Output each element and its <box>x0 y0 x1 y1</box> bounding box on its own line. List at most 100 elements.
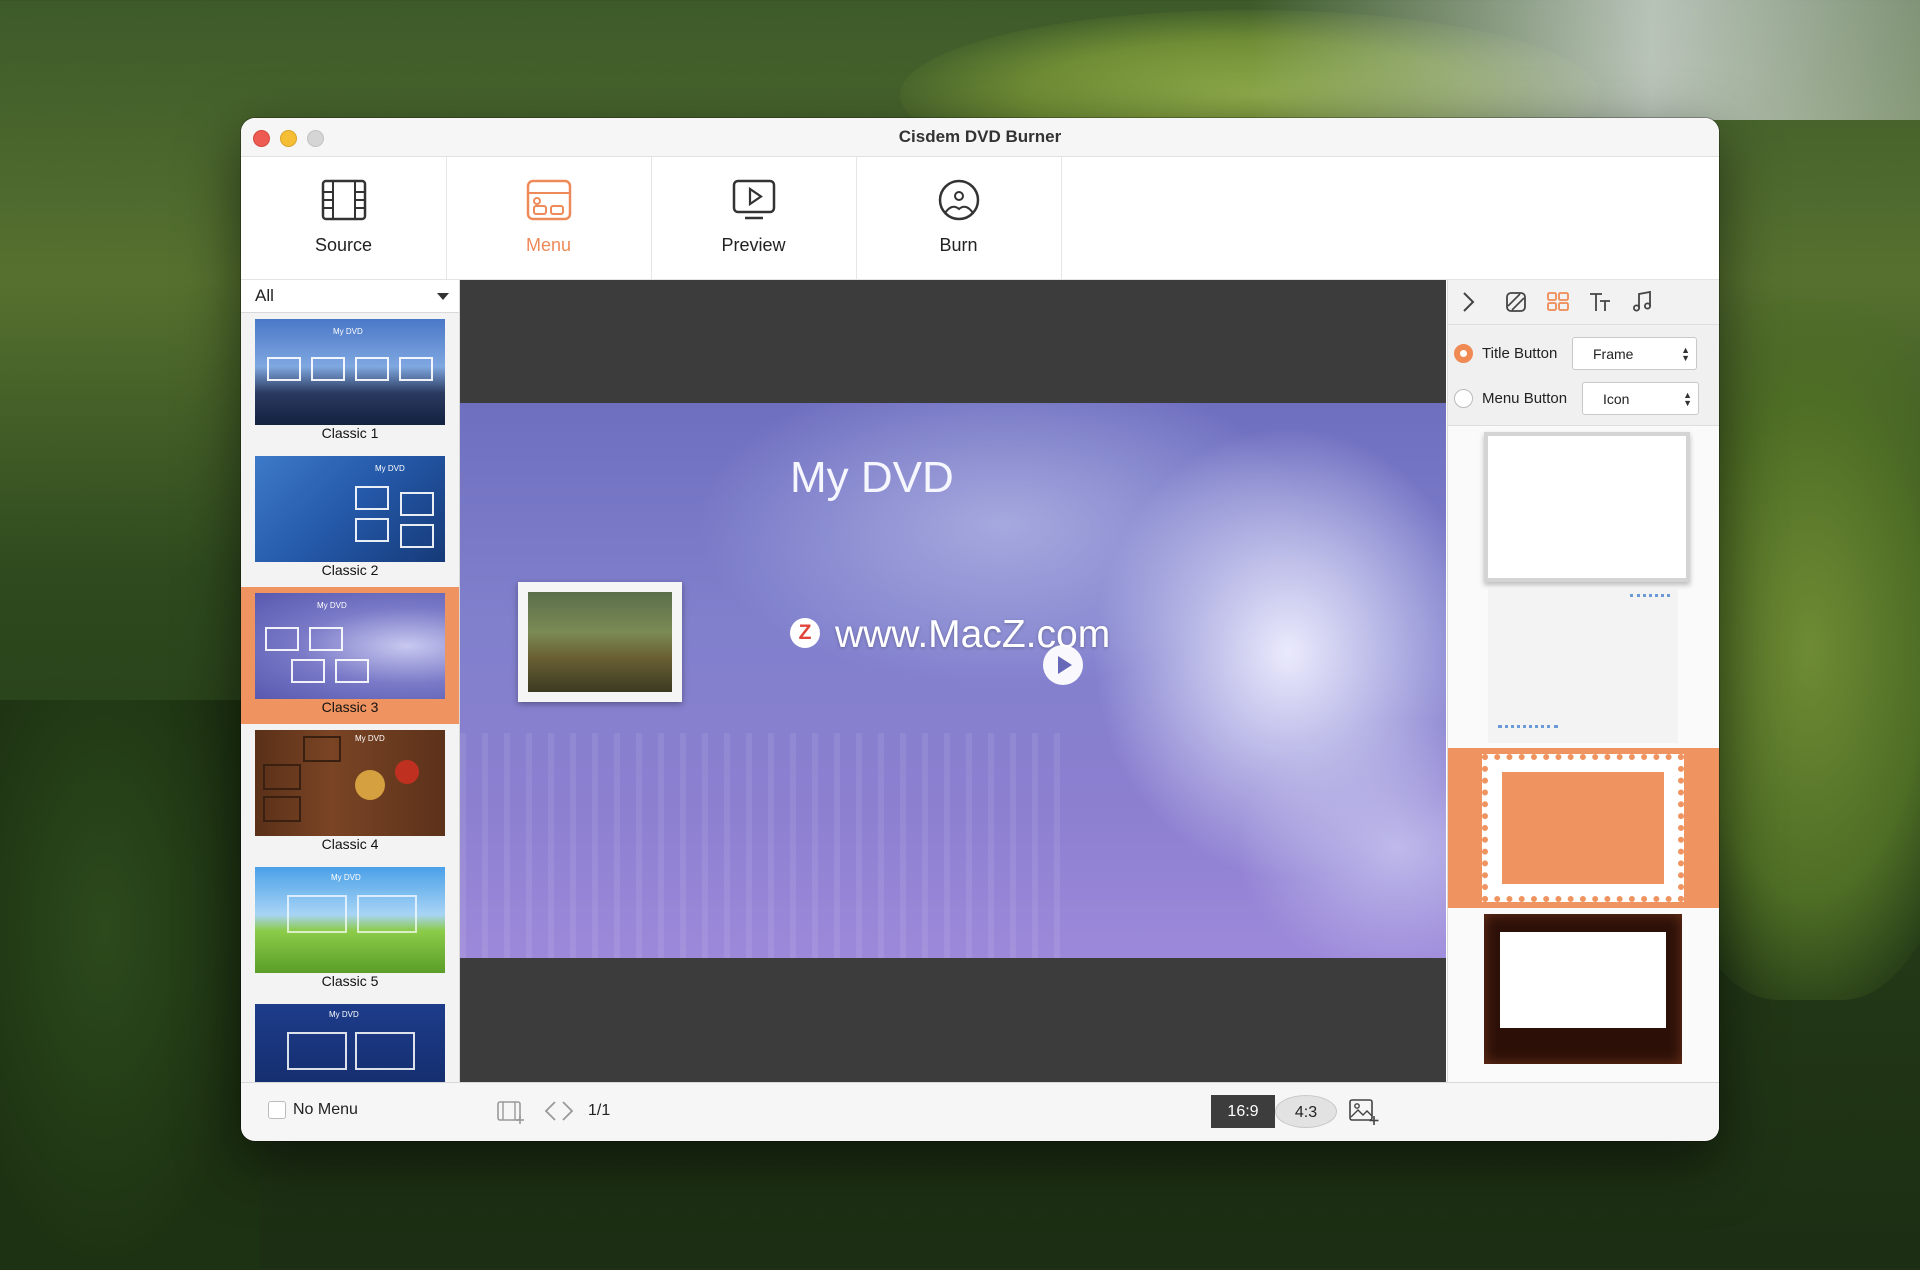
template-thumbnail: My DVD <box>255 593 445 699</box>
aspect-4-3-button[interactable]: 4:3 <box>1275 1095 1337 1128</box>
thumb-frame <box>291 659 325 683</box>
chevron-down-icon <box>437 293 449 300</box>
template-list: All My DVD Classic 1 My DVD Classic 2 My… <box>241 280 460 1082</box>
thumb-frame <box>263 764 301 790</box>
menu-canvas[interactable]: My DVD Z www.MacZ.com <box>460 403 1446 958</box>
template-item[interactable]: My DVD Classic 4 <box>241 724 459 861</box>
source-tab[interactable]: Source <box>241 157 447 279</box>
title-thumbnail <box>528 592 672 692</box>
thumb-frame <box>400 524 434 548</box>
add-background-image-icon[interactable] <box>1349 1098 1379 1126</box>
next-page-icon[interactable] <box>561 1100 575 1122</box>
page-indicator: 1/1 <box>588 1102 611 1119</box>
background-icon[interactable] <box>1504 290 1528 314</box>
title-button-style-value: Frame <box>1593 346 1634 362</box>
menu-button-style-value: Icon <box>1603 391 1630 407</box>
frame-option-dark[interactable] <box>1448 910 1719 1070</box>
thumb-frame <box>400 492 434 516</box>
template-name: Classic 3 <box>321 699 379 715</box>
menu-button-radio[interactable] <box>1454 389 1473 408</box>
layout-icon[interactable] <box>1546 290 1570 314</box>
title-button-radio[interactable] <box>1454 344 1473 363</box>
thumb-title: My DVD <box>317 601 347 610</box>
music-icon[interactable] <box>1630 290 1654 314</box>
thumb-frame <box>355 1032 415 1070</box>
menu-editor-area: My DVD Z www.MacZ.com <box>460 280 1446 1082</box>
source-label: Source <box>314 235 373 255</box>
thumb-title: My DVD <box>333 327 363 336</box>
template-item[interactable]: My DVD Classic 5 <box>241 861 459 998</box>
frame-preview <box>1488 588 1678 743</box>
add-page-icon[interactable] <box>497 1100 525 1124</box>
thumb-title: My DVD <box>329 1010 359 1019</box>
thumb-frame <box>267 357 301 381</box>
text-icon[interactable] <box>1588 290 1612 314</box>
thumb-decoration <box>395 760 419 784</box>
aspect-16-9-button[interactable]: 16:9 <box>1211 1095 1275 1128</box>
filter-value: All <box>255 286 274 305</box>
thumb-frame <box>399 357 433 381</box>
menu-title-text[interactable]: My DVD <box>790 453 954 503</box>
thumb-frame <box>303 736 341 762</box>
template-name: Classic 2 <box>321 562 379 578</box>
template-thumbnail: My DVD <box>255 867 445 973</box>
menu-template-icon <box>526 179 572 221</box>
properties-tabs <box>1448 280 1719 325</box>
stepper-arrows-icon: ▲ ▼ <box>1683 390 1692 408</box>
thumb-frame <box>265 627 299 651</box>
thumb-frame <box>335 659 369 683</box>
thumb-frame <box>355 486 389 510</box>
template-item[interactable]: My DVD <box>241 998 459 1082</box>
template-thumbnail: My DVD <box>255 1004 445 1082</box>
thumb-frame <box>263 796 301 822</box>
template-filter-dropdown[interactable]: All <box>241 280 459 313</box>
template-item-selected[interactable]: My DVD Classic 3 <box>241 587 459 724</box>
template-thumbnail: My DVD <box>255 730 445 836</box>
thumb-frame <box>357 895 417 933</box>
preview-tab[interactable]: Preview <box>651 157 857 279</box>
play-screen-icon <box>732 179 776 220</box>
frame-option-plain[interactable] <box>1448 426 1719 586</box>
thumb-decoration <box>355 770 385 800</box>
no-menu-label: No Menu <box>293 1101 358 1118</box>
burn-label: Burn <box>939 235 978 255</box>
frame-option-stamp[interactable] <box>1448 748 1719 908</box>
thumb-frame <box>287 1032 347 1070</box>
template-name: Classic 5 <box>321 973 379 989</box>
frame-style-list <box>1448 425 1719 1082</box>
thumb-frame <box>287 895 347 933</box>
canvas-background-streaks <box>460 733 1060 958</box>
no-menu-checkbox[interactable] <box>268 1101 286 1119</box>
menu-button-row: Menu Button Icon ▲ ▼ <box>1448 379 1719 419</box>
bottom-bar: No Menu 1/1 16:9 4:3 <box>241 1082 1719 1141</box>
burn-tab[interactable]: Burn <box>856 157 1062 279</box>
film-icon <box>321 179 367 221</box>
template-thumbnail: My DVD <box>255 319 445 425</box>
disc-burn-icon <box>938 179 980 221</box>
frame-inner <box>1502 772 1664 884</box>
thumb-title: My DVD <box>331 873 361 882</box>
frame-preview <box>1482 754 1684 902</box>
properties-panel: Title Button Frame ▲ ▼ Menu Button Icon ▲… <box>1447 280 1719 1082</box>
previous-page-icon[interactable] <box>543 1100 557 1122</box>
thumb-frame <box>309 627 343 651</box>
collapse-icon[interactable] <box>1456 290 1480 314</box>
play-button-icon[interactable] <box>1043 645 1083 685</box>
template-item[interactable]: My DVD Classic 2 <box>241 450 459 587</box>
main-toolbar: Source Menu Preview Burn <box>241 157 1719 280</box>
background-mist <box>1250 0 1920 120</box>
frame-option-dotted[interactable] <box>1448 588 1719 748</box>
title-button-style-select[interactable]: Frame ▲ ▼ <box>1572 337 1697 370</box>
template-item[interactable]: My DVD Classic 1 <box>241 313 459 450</box>
window-title: Cisdem DVD Burner <box>898 127 1062 146</box>
watermark-badge: Z <box>790 618 820 648</box>
template-thumbnail: My DVD <box>255 456 445 562</box>
thumb-title: My DVD <box>355 734 385 743</box>
menu-tab[interactable]: Menu <box>446 157 652 279</box>
title-button-row: Title Button Frame ▲ ▼ <box>1448 334 1719 374</box>
title-button-label: Title Button <box>1482 345 1558 362</box>
title-button-frame[interactable] <box>518 582 682 702</box>
menu-button-style-select[interactable]: Icon ▲ ▼ <box>1582 382 1699 415</box>
app-window: Cisdem DVD Burner Source Menu Preview Bu… <box>241 118 1719 1141</box>
frame-dots <box>1630 594 1670 600</box>
